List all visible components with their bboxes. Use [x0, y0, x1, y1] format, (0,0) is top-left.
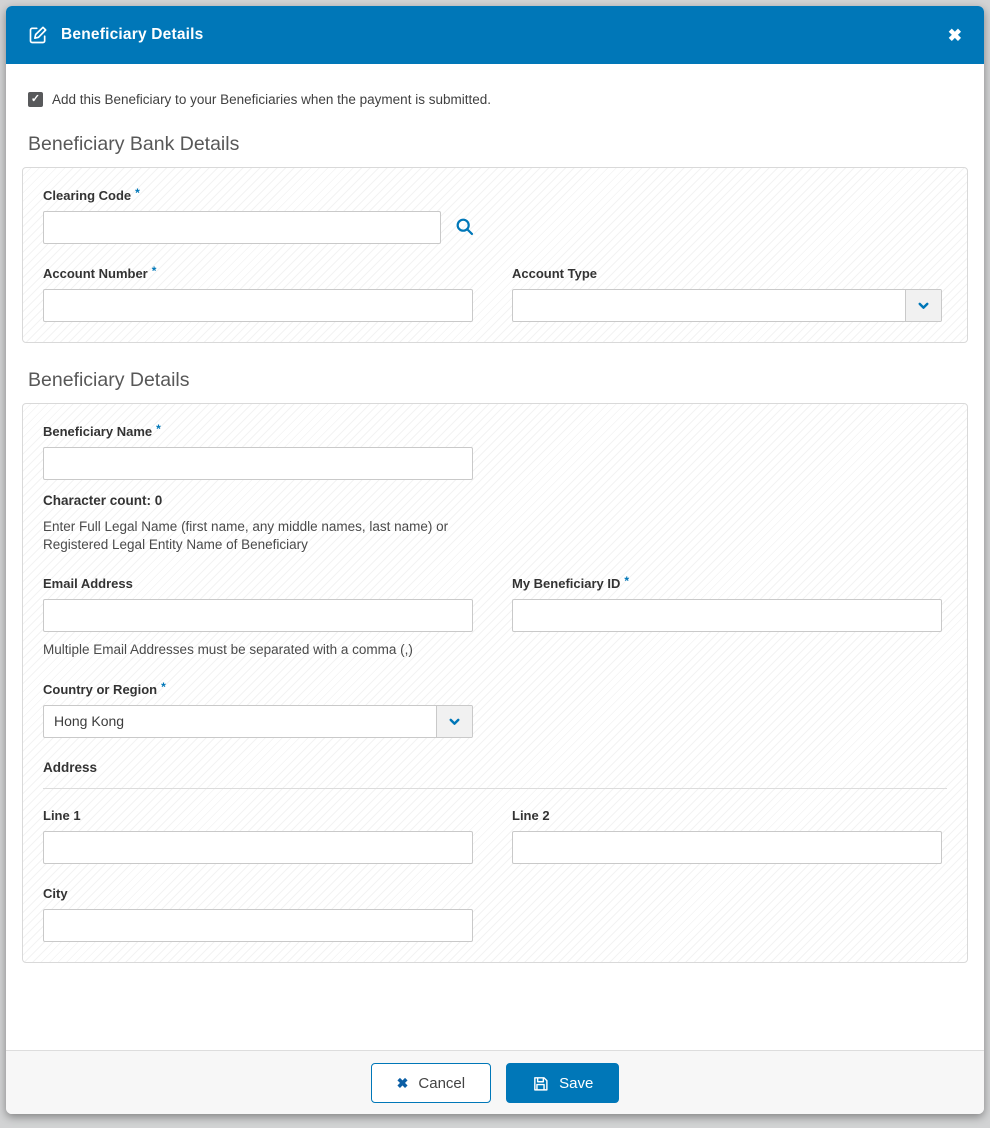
address-heading: Address	[43, 759, 98, 775]
email-address-input[interactable]	[43, 599, 473, 633]
address-divider	[43, 787, 947, 789]
email-address-help: Multiple Email Addresses must be separat…	[43, 642, 413, 658]
country-selected-value: Hong Kong	[54, 712, 125, 729]
my-beneficiary-id-label-text: My Beneficiary ID	[512, 576, 621, 592]
search-icon	[454, 216, 475, 240]
beneficiary-name-group: Beneficiary Name * Character count: 0 Ent…	[43, 422, 947, 554]
city-field-wrap	[43, 908, 473, 942]
chevron-down-icon	[436, 705, 472, 737]
beneficiary-name-field-wrap	[43, 447, 473, 480]
account-type-label: Account Type	[512, 266, 597, 281]
modal-footer: ✖ Cancel Save	[6, 1050, 984, 1114]
country-field-wrap: Hong Kong	[43, 704, 473, 738]
required-marker: *	[161, 679, 166, 694]
cancel-x-icon: ✖	[396, 1074, 409, 1091]
character-count: Character count: 0	[43, 493, 163, 508]
country-or-region-label: Country or Region *	[43, 679, 947, 697]
clearing-code-field-row	[43, 211, 947, 244]
save-button[interactable]: Save	[506, 1063, 620, 1103]
address-line1-group: Line 1	[43, 808, 473, 864]
address-line1-input[interactable]	[43, 830, 473, 864]
modal-body: ✓ Add this Beneficiary to your Beneficia…	[6, 64, 984, 963]
address-line2-label: Line 2	[512, 807, 550, 823]
beneficiary-details-panel: Beneficiary Name * Character count: 0 Ent…	[22, 403, 968, 963]
required-marker: *	[156, 422, 161, 436]
clearing-code-label-text: Clearing Code	[43, 188, 132, 203]
beneficiary-name-input[interactable]	[43, 447, 473, 480]
chevron-down-icon	[905, 290, 941, 321]
my-beneficiary-id-label: My Beneficiary ID *	[512, 574, 942, 592]
email-id-row: Email Address Multiple Email Addresses m…	[43, 574, 947, 659]
account-number-label: Account Number *	[43, 264, 473, 281]
address-lines-row: Line 1 Line 2	[43, 808, 947, 864]
modal-header: Beneficiary Details ✖	[6, 6, 984, 64]
account-number-input[interactable]	[43, 289, 473, 322]
city-label: City	[43, 885, 68, 901]
account-row: Account Number * Account Type	[43, 264, 947, 322]
add-beneficiary-checkbox-label: Add this Beneficiary to your Beneficiari…	[52, 92, 491, 107]
address-line2-input[interactable]	[512, 830, 942, 864]
close-icon[interactable]: ✖	[948, 27, 962, 44]
my-beneficiary-id-input[interactable]	[512, 599, 942, 633]
address-line2-group: Line 2	[512, 808, 942, 864]
save-icon	[532, 1075, 549, 1092]
account-type-select[interactable]	[512, 289, 942, 322]
my-beneficiary-id-group: My Beneficiary ID *	[512, 574, 942, 659]
bank-details-heading: Beneficiary Bank Details	[28, 133, 240, 155]
cancel-button[interactable]: ✖ Cancel	[370, 1063, 492, 1103]
city-input[interactable]	[43, 908, 473, 942]
modal-title: Beneficiary Details	[61, 26, 204, 43]
account-number-label-text: Account Number	[43, 266, 148, 281]
edit-icon	[28, 25, 48, 45]
email-address-label: Email Address	[43, 576, 133, 592]
city-group: City	[43, 886, 947, 942]
beneficiary-details-modal: Beneficiary Details ✖ ✓ Add this Benefic…	[6, 6, 984, 1114]
account-number-group: Account Number *	[43, 264, 473, 322]
required-marker: *	[151, 264, 157, 278]
clearing-code-label: Clearing Code *	[43, 186, 947, 203]
country-or-region-label-text: Country or Region	[43, 681, 158, 697]
clearing-code-group: Clearing Code *	[43, 186, 947, 244]
save-button-label: Save	[559, 1074, 594, 1092]
beneficiary-details-heading: Beneficiary Details	[28, 369, 190, 391]
account-type-group: Account Type	[512, 266, 942, 322]
beneficiary-name-help: Enter Full Legal Name (first name, any m…	[43, 519, 449, 553]
address-line1-label: Line 1	[43, 807, 81, 823]
clearing-code-input[interactable]	[43, 211, 441, 244]
account-type-selected-value	[513, 290, 905, 321]
required-marker: *	[624, 574, 630, 589]
cancel-button-label: Cancel	[418, 1074, 466, 1092]
email-address-group: Email Address Multiple Email Addresses m…	[43, 576, 473, 659]
beneficiary-name-label-text: Beneficiary Name	[43, 424, 153, 439]
beneficiary-name-label: Beneficiary Name *	[43, 422, 947, 439]
bank-details-panel: Clearing Code * Account Number * Account…	[22, 167, 968, 343]
country-or-region-group: Country or Region * Hong Kong	[43, 679, 947, 738]
required-marker: *	[135, 186, 140, 200]
add-beneficiary-checkbox-row: ✓ Add this Beneficiary to your Beneficia…	[28, 92, 962, 107]
add-beneficiary-checkbox[interactable]: ✓	[28, 92, 43, 107]
country-or-region-select[interactable]: Hong Kong	[43, 704, 473, 738]
clearing-code-search-button[interactable]	[454, 216, 475, 240]
